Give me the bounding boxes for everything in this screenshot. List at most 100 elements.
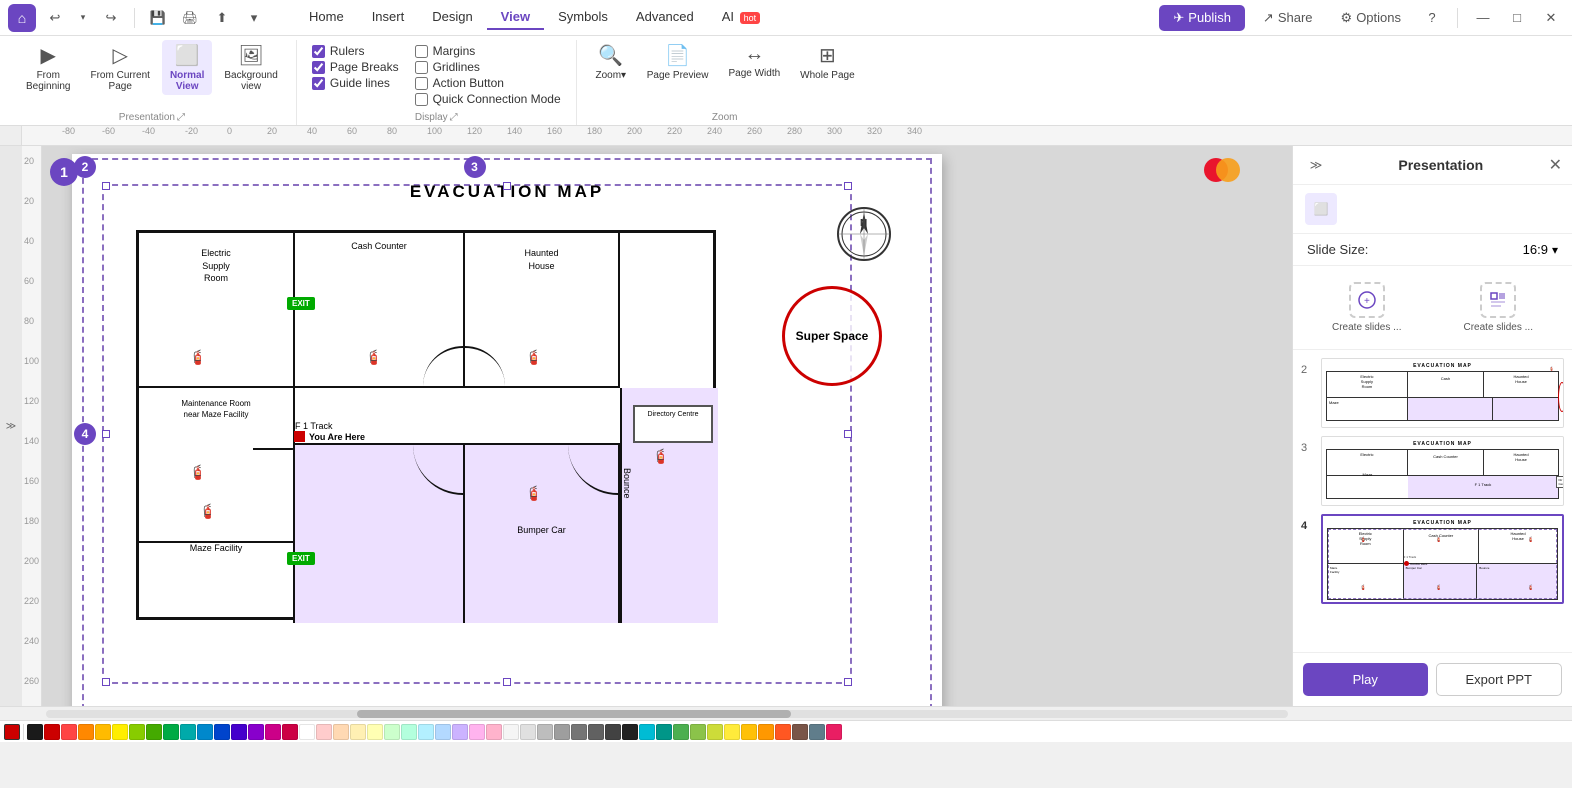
color-swatch[interactable] [690, 724, 706, 740]
display-group-arrow[interactable]: ⤢ [450, 112, 458, 123]
share-button[interactable]: ↗ Share [1253, 6, 1323, 30]
action-button-checkbox[interactable]: Action Button [415, 76, 561, 90]
handle-right[interactable] [844, 430, 852, 438]
scroll-thumb[interactable] [357, 710, 792, 718]
color-swatch[interactable] [571, 724, 587, 740]
page-preview-button[interactable]: 📄 Page Preview [639, 40, 717, 84]
whole-page-button[interactable]: ⊞ Whole Page [792, 40, 862, 84]
publish-button[interactable]: ✈ Publish [1159, 5, 1245, 31]
home-button[interactable]: ⌂ [8, 4, 36, 32]
panel-presentation-icon[interactable]: ⬜ [1305, 193, 1337, 225]
guide-lines-input[interactable] [312, 77, 325, 90]
create-slides-ai-button[interactable]: + Create slides ... [1301, 276, 1433, 339]
action-button-input[interactable] [415, 77, 428, 90]
background-view-button[interactable]: 🖼 Backgroundview [216, 40, 285, 95]
handle-top-right[interactable] [844, 182, 852, 190]
color-swatch[interactable] [673, 724, 689, 740]
color-swatch[interactable] [282, 724, 298, 740]
handle-bottom-right[interactable] [844, 678, 852, 686]
color-swatch[interactable] [639, 724, 655, 740]
redo-button[interactable]: ↪ [98, 5, 124, 31]
color-swatch[interactable] [605, 724, 621, 740]
from-beginning-button[interactable]: ▶ FromBeginning [18, 40, 78, 95]
color-swatch[interactable] [435, 724, 451, 740]
right-panel-close-btn[interactable]: ✕ [1549, 155, 1562, 175]
tab-advanced[interactable]: Advanced [622, 5, 708, 30]
color-swatch[interactable] [775, 724, 791, 740]
color-swatch[interactable] [180, 724, 196, 740]
color-swatch[interactable] [163, 724, 179, 740]
color-swatch[interactable] [469, 724, 485, 740]
maximize-button[interactable]: □ [1504, 5, 1530, 31]
handle-bottom[interactable] [503, 678, 511, 686]
handle-top-left[interactable] [102, 182, 110, 190]
color-swatch[interactable] [724, 724, 740, 740]
gridlines-checkbox[interactable]: Gridlines [415, 60, 561, 74]
color-swatch[interactable] [401, 724, 417, 740]
tab-ai[interactable]: AI hot [708, 5, 774, 30]
color-swatch[interactable] [622, 724, 638, 740]
options-button[interactable]: ⚙ Options [1331, 6, 1411, 30]
tab-symbols[interactable]: Symbols [544, 5, 622, 30]
color-swatch[interactable] [418, 724, 434, 740]
print-button[interactable]: 🖨 [177, 5, 203, 31]
color-swatch[interactable] [299, 724, 315, 740]
slide-thumb-2[interactable]: EVACUATION MAP ElectricSupplyRoom Cash H… [1321, 358, 1564, 428]
color-swatch[interactable] [707, 724, 723, 740]
minimize-button[interactable]: — [1470, 5, 1496, 31]
color-swatch[interactable] [503, 724, 519, 740]
create-slides-template-button[interactable]: Create slides ... [1433, 276, 1565, 339]
help-button[interactable]: ? [1419, 5, 1445, 31]
page-breaks-checkbox[interactable]: Page Breaks [312, 60, 399, 74]
color-swatch[interactable] [350, 724, 366, 740]
color-swatch[interactable] [826, 724, 842, 740]
color-swatch[interactable] [44, 724, 60, 740]
color-swatch[interactable] [231, 724, 247, 740]
slide-thumb-4[interactable]: EVACUATION MAP ElectricSupplyRoom Cash C… [1321, 514, 1564, 604]
color-swatch[interactable] [197, 724, 213, 740]
undo-button[interactable]: ↩ [42, 5, 68, 31]
play-button[interactable]: Play [1303, 663, 1428, 696]
color-swatch[interactable] [741, 724, 757, 740]
color-swatch[interactable] [27, 724, 43, 740]
slide-canvas[interactable]: EVACUATION MAP ElectricSupplyRoom 🧯 [72, 154, 942, 706]
zoom-button[interactable]: 🔍 Zoom▾ [587, 40, 635, 84]
share-icon-button[interactable]: ⬆ [209, 5, 235, 31]
rulers-checkbox[interactable]: Rulers [312, 44, 399, 58]
color-swatch[interactable] [248, 724, 264, 740]
color-swatch[interactable] [78, 724, 94, 740]
export-ppt-button[interactable]: Export PPT [1436, 663, 1563, 696]
tab-insert[interactable]: Insert [358, 5, 419, 30]
color-swatch[interactable] [214, 724, 230, 740]
color-swatch[interactable] [146, 724, 162, 740]
rulers-input[interactable] [312, 45, 325, 58]
scroll-track[interactable] [46, 710, 1288, 718]
color-swatch[interactable] [367, 724, 383, 740]
guide-lines-checkbox[interactable]: Guide lines [312, 76, 399, 90]
right-panel-collapse[interactable]: ≫ [1303, 152, 1329, 178]
presentation-group-arrow[interactable]: ⤢ [177, 112, 185, 123]
color-swatch[interactable] [537, 724, 553, 740]
tab-view[interactable]: View [487, 5, 544, 30]
color-swatch[interactable] [809, 724, 825, 740]
slide-size-selector[interactable]: 16:9 ▾ [1523, 242, 1558, 257]
color-swatch[interactable] [95, 724, 111, 740]
color-swatch[interactable] [316, 724, 332, 740]
tab-design[interactable]: Design [418, 5, 486, 30]
color-swatch[interactable] [588, 724, 604, 740]
undo-dropdown[interactable]: ▾ [70, 5, 96, 31]
color-swatch[interactable] [792, 724, 808, 740]
color-swatch[interactable] [265, 724, 281, 740]
handle-left[interactable] [102, 430, 110, 438]
color-swatch[interactable] [486, 724, 502, 740]
quick-connection-checkbox[interactable]: Quick Connection Mode [415, 92, 561, 106]
color-swatch[interactable] [129, 724, 145, 740]
color-swatch[interactable] [554, 724, 570, 740]
tab-home[interactable]: Home [295, 5, 358, 30]
normal-view-button[interactable]: ⬜ NormalView [162, 40, 212, 95]
color-swatch[interactable] [333, 724, 349, 740]
more-dropdown[interactable]: ▾ [241, 5, 267, 31]
color-swatch[interactable] [61, 724, 77, 740]
quick-connection-input[interactable] [415, 93, 428, 106]
color-swatch[interactable] [452, 724, 468, 740]
